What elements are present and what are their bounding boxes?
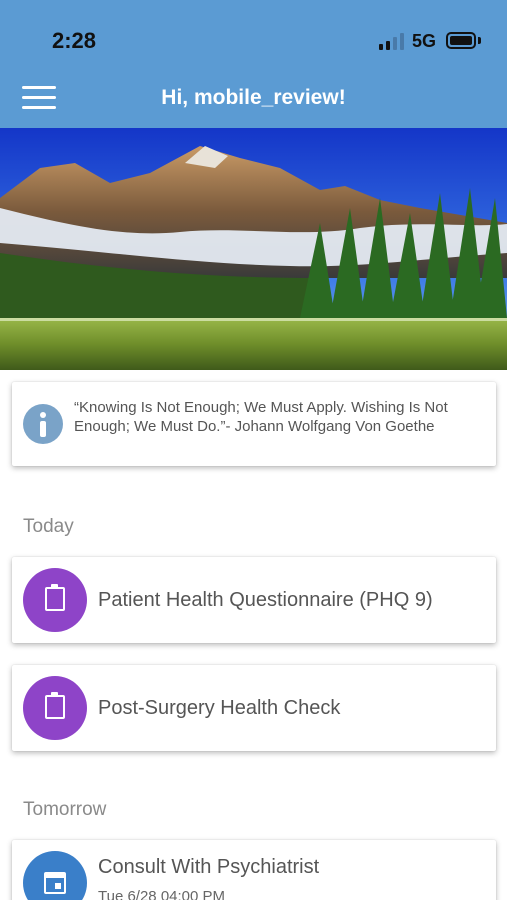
task-card-consult[interactable]: Consult With Psychiatrist Tue 6/28 04:00… <box>12 840 496 900</box>
task-datetime: Tue 6/28 04:00 PM <box>98 888 226 900</box>
status-bar: 2:28 5G <box>0 0 507 80</box>
battery-icon <box>446 32 476 49</box>
hero-landscape-image <box>0 128 507 370</box>
status-time: 2:28 <box>52 28 97 53</box>
quote-text: “Knowing Is Not Enough; We Must Apply. W… <box>74 399 448 435</box>
app-bar: Hi, mobile_review! <box>0 80 507 128</box>
task-card-phq9[interactable]: Patient Health Questionnaire (PHQ 9) <box>12 557 496 643</box>
battery-tip <box>478 37 481 44</box>
task-label: Post-Surgery Health Check <box>98 697 341 719</box>
quote-card: “Knowing Is Not Enough; We Must Apply. W… <box>12 382 496 466</box>
calendar-icon <box>23 851 87 900</box>
clipboard-icon <box>23 568 87 632</box>
network-type: 5G <box>412 31 437 51</box>
section-today-label: Today <box>23 516 74 537</box>
signal-icon <box>379 32 407 50</box>
clipboard-icon <box>23 676 87 740</box>
greeting-title: Hi, mobile_review! <box>161 86 346 109</box>
task-card-post-surgery[interactable]: Post-Surgery Health Check <box>12 665 496 751</box>
info-icon <box>23 404 63 444</box>
section-tomorrow-label: Tomorrow <box>23 799 107 820</box>
task-label: Patient Health Questionnaire (PHQ 9) <box>98 589 433 611</box>
task-label: Consult With Psychiatrist <box>98 856 320 878</box>
